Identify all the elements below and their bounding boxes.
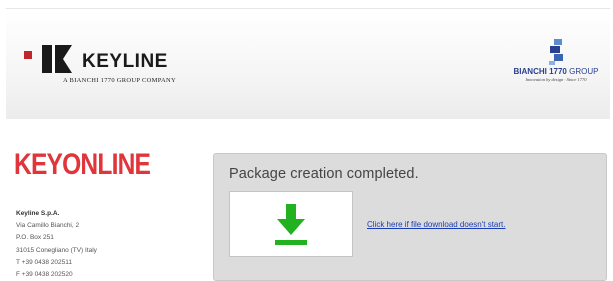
bianchi-wordmark-bold: BIANCHI 1770: [513, 67, 567, 76]
address-line: 31015 Conegliano (TV) Italy: [16, 246, 97, 254]
keyline-wordmark: KEYLINE: [82, 51, 168, 72]
company-address: Keyline S.p.A. Via Camillo Bianchi, 2 P.…: [16, 208, 97, 281]
bianchi-logo[interactable]: BIANCHI 1770 GROUP Innovation by design …: [503, 39, 609, 99]
keyonline-title: KEYONLINE: [14, 148, 151, 181]
keyline-red-square: [24, 51, 32, 59]
keyline-tagline: A BIANCHI 1770 GROUP COMPANY: [63, 77, 177, 84]
page-header: KEYLINE A BIANCHI 1770 GROUP COMPANY BIA…: [6, 8, 610, 119]
package-status-message: Package creation completed.: [229, 166, 419, 182]
bianchi-mark-icon: [549, 39, 563, 65]
bianchi-subtitle: Innovation by design · Since 1770: [525, 77, 587, 82]
address-line: P.O. Box 251: [16, 234, 54, 242]
keyline-logo[interactable]: KEYLINE A BIANCHI 1770 GROUP COMPANY: [23, 45, 223, 89]
fax-line: F +39 0438 202520: [16, 271, 73, 279]
keyline-mark-icon: [42, 45, 72, 73]
download-arrow-icon: [275, 204, 307, 245]
download-button[interactable]: [229, 191, 353, 257]
package-panel: Package creation completed. Click here i…: [213, 153, 607, 281]
phone-line: T +39 0438 202511: [16, 258, 72, 266]
company-name: Keyline S.p.A.: [16, 210, 60, 217]
download-fallback-link[interactable]: Click here if file download doesn't star…: [367, 220, 505, 229]
address-line: Via Camillo Bianchi, 2: [16, 222, 80, 230]
bianchi-wordmark-thin: GROUP: [566, 67, 599, 76]
bianchi-wordmark: BIANCHI 1770 GROUP: [503, 67, 609, 76]
